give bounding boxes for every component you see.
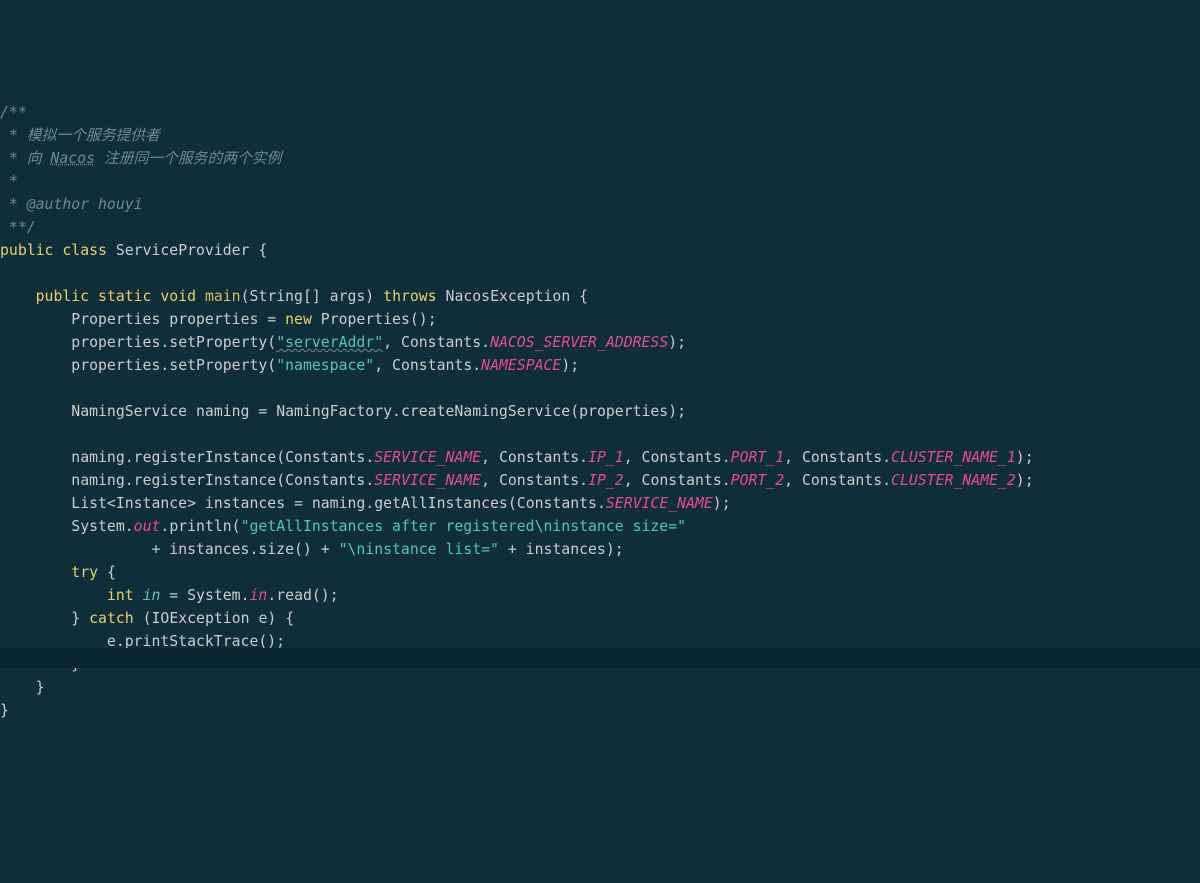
stmt-read: int in = System.in.read(); [107, 587, 339, 604]
stmt-register-1: naming.registerInstance(Constants.SERVIC… [71, 449, 1033, 466]
stmt-println: System.out.println("getAllInstances afte… [71, 518, 686, 535]
javadoc-open: /** [0, 104, 27, 121]
stmt-println-cont: + instances.size() + "\ninstance list=" … [143, 541, 624, 558]
code-editor[interactable]: /** * 模拟一个服务提供者 * 向 Nacos 注册同一个服务的两个实例 *… [0, 101, 1200, 722]
stmt-catch: } catch (IOException e) { [71, 610, 294, 627]
javadoc-close: **/ [0, 219, 36, 236]
stmt-setprop-1: properties.setProperty("serverAddr", Con… [71, 334, 686, 351]
brace-close-method: } [36, 679, 45, 696]
stmt-register-2: naming.registerInstance(Constants.SERVIC… [71, 472, 1033, 489]
stmt-naming-decl: NamingService naming = NamingFactory.cre… [71, 403, 686, 420]
javadoc-line: * [0, 173, 18, 190]
brace-close-class: } [0, 702, 9, 719]
javadoc-author: * @author houyi [0, 196, 143, 213]
class-decl: public class ServiceProvider { [0, 242, 267, 259]
stmt-props-decl: Properties properties = new Properties()… [71, 311, 436, 328]
stmt-list-decl: List<Instance> instances = naming.getAll… [71, 495, 730, 512]
stmt-try: try { [71, 564, 116, 581]
javadoc-line: * 模拟一个服务提供者 [0, 127, 160, 144]
stmt-setprop-2: properties.setProperty("namespace", Cons… [71, 357, 579, 374]
javadoc-line: * 向 Nacos 注册同一个服务的两个实例 [0, 150, 281, 167]
status-bar [0, 648, 1200, 668]
method-main-decl: public static void main(String[] args) t… [36, 288, 588, 305]
